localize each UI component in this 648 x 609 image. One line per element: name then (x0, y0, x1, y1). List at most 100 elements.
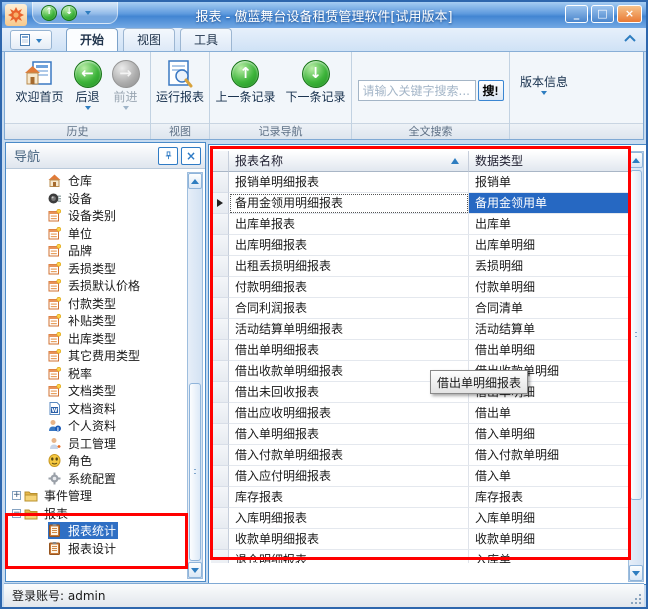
cell-report-name[interactable]: 借入付款单明细报表 (229, 445, 469, 466)
back-dropdown-icon[interactable] (85, 106, 91, 110)
row-selector[interactable] (211, 256, 229, 277)
cell-data-type[interactable]: 借入单 (469, 466, 630, 487)
row-selector[interactable] (211, 445, 229, 466)
tree-item[interactable]: W文档资料 (8, 400, 186, 418)
tree-item[interactable]: 系统配置 (8, 470, 186, 488)
tree-item[interactable]: 报表统计 (8, 522, 186, 540)
cell-data-type[interactable]: 借出单 (469, 403, 630, 424)
back-button[interactable]: ← 后退 (70, 55, 106, 112)
tab-start[interactable]: 开始 (66, 28, 118, 51)
tree-expander-icon[interactable]: + (12, 491, 21, 500)
close-button[interactable]: × (617, 5, 642, 23)
forward-button[interactable]: → 前进 (108, 55, 144, 112)
row-selector[interactable] (211, 298, 229, 319)
tree-item[interactable]: 付款类型 (8, 295, 186, 313)
table-row[interactable]: 报销单明细报表报销单 (211, 172, 630, 193)
sidebar-scrollbar[interactable] (187, 172, 203, 579)
row-selector[interactable] (211, 424, 229, 445)
search-input[interactable] (358, 80, 476, 101)
row-selector[interactable] (211, 193, 229, 214)
row-selector[interactable] (211, 403, 229, 424)
cell-report-name[interactable]: 借出单明细报表 (229, 340, 469, 361)
tree-item[interactable]: 仓库 (8, 172, 186, 190)
tree-expander-icon[interactable]: − (12, 509, 21, 518)
row-selector[interactable] (211, 340, 229, 361)
tree-item[interactable]: +事件管理 (8, 487, 186, 505)
table-row[interactable]: 出库明细报表出库单明细 (211, 235, 630, 256)
grid-scroll-thumb[interactable] (630, 170, 642, 500)
sidebar-scroll-down-icon[interactable] (188, 562, 202, 578)
row-selector[interactable] (211, 466, 229, 487)
tree-item[interactable]: 单位 (8, 225, 186, 243)
cell-report-name[interactable]: 收款单明细报表 (229, 529, 469, 550)
tree-item[interactable]: 补贴类型 (8, 312, 186, 330)
cell-report-name[interactable]: 合同利润报表 (229, 298, 469, 319)
cell-report-name[interactable]: 入库明细报表 (229, 508, 469, 529)
row-selector[interactable] (211, 508, 229, 529)
table-row[interactable]: 退仓明细报表入库单 (211, 550, 630, 563)
tree-item[interactable]: 角色 (8, 452, 186, 470)
tree-item[interactable]: 设备 (8, 190, 186, 208)
cell-data-type[interactable]: 借入付款单明细 (469, 445, 630, 466)
tree-item[interactable]: 员工管理 (8, 435, 186, 453)
tree-item[interactable]: −报表 (8, 505, 186, 523)
row-selector[interactable] (211, 382, 229, 403)
cell-data-type[interactable]: 付款单明细 (469, 277, 630, 298)
cell-data-type[interactable]: 库存报表 (469, 487, 630, 508)
tree-item[interactable]: 文档类型 (8, 382, 186, 400)
sidebar-scroll-up-icon[interactable] (188, 173, 202, 189)
next-record-button[interactable]: ↓ 下一条记录 (282, 55, 350, 107)
cell-report-name[interactable]: 出库单报表 (229, 214, 469, 235)
cell-data-type[interactable]: 借入单明细 (469, 424, 630, 445)
row-selector[interactable] (211, 529, 229, 550)
cell-data-type[interactable]: 出库单 (469, 214, 630, 235)
ribbon-collapse-icon[interactable] (624, 34, 636, 42)
table-row[interactable]: 借出未回收报表借出单明细 (211, 382, 630, 403)
tab-view[interactable]: 视图 (123, 28, 175, 51)
table-row[interactable]: 库存报表库存报表 (211, 487, 630, 508)
table-row[interactable]: 收款单明细报表收款单明细 (211, 529, 630, 550)
tree-item[interactable]: 税率 (8, 365, 186, 383)
cell-data-type[interactable]: 出库单明细 (469, 235, 630, 256)
cell-data-type[interactable]: 活动结算单 (469, 319, 630, 340)
row-selector[interactable] (211, 487, 229, 508)
welcome-home-button[interactable]: 欢迎首页 (11, 55, 67, 107)
cell-data-type[interactable]: 借出单明细 (469, 340, 630, 361)
prev-record-button[interactable]: ↑ 上一条记录 (211, 55, 279, 107)
minimize-button[interactable]: _ (565, 5, 588, 23)
row-selector[interactable] (211, 235, 229, 256)
cell-report-name[interactable]: 报销单明细报表 (229, 172, 469, 193)
cell-report-name[interactable]: 活动结算单明细报表 (229, 319, 469, 340)
cell-report-name[interactable]: 借入单明细报表 (229, 424, 469, 445)
cell-report-name[interactable]: 库存报表 (229, 487, 469, 508)
resize-grip[interactable] (631, 594, 641, 604)
run-report-button[interactable]: 运行报表 (152, 55, 208, 107)
cell-data-type[interactable]: 入库单 (469, 550, 630, 563)
search-button[interactable]: 搜! (478, 80, 504, 101)
column-header-data-type[interactable]: 数据类型 (469, 151, 630, 172)
column-header-report-name[interactable]: 报表名称 (229, 151, 469, 172)
table-row[interactable]: 入库明细报表入库单明细 (211, 508, 630, 529)
grid-scrollbar[interactable] (628, 151, 644, 582)
grid-scroll-up-icon[interactable] (629, 152, 643, 168)
maximize-button[interactable]: □ (591, 5, 614, 23)
cell-report-name[interactable]: 借入应付明细报表 (229, 466, 469, 487)
table-row[interactable]: 出租丢损明细报表丢损明细 (211, 256, 630, 277)
tree-item[interactable]: 出库类型 (8, 330, 186, 348)
pin-icon[interactable] (158, 147, 178, 165)
table-row[interactable]: 借入应付明细报表借入单 (211, 466, 630, 487)
tree-item[interactable]: 设备类别 (8, 207, 186, 225)
row-selector[interactable] (211, 214, 229, 235)
table-row[interactable]: 借出收款单明细报表借出收款单明细 (211, 361, 630, 382)
cell-report-name[interactable]: 备用金领用明细报表 (229, 193, 469, 214)
table-row[interactable]: 借出应收明细报表借出单 (211, 403, 630, 424)
grid-scroll-down-icon[interactable] (629, 565, 643, 581)
cell-report-name[interactable]: 出库明细报表 (229, 235, 469, 256)
app-menu-button[interactable] (10, 30, 52, 50)
close-panel-icon[interactable]: × (181, 147, 201, 165)
row-selector[interactable] (211, 361, 229, 382)
cell-data-type[interactable]: 合同清单 (469, 298, 630, 319)
cell-data-type[interactable]: 丢损明细 (469, 256, 630, 277)
table-row[interactable]: 合同利润报表合同清单 (211, 298, 630, 319)
table-row[interactable]: 活动结算单明细报表活动结算单 (211, 319, 630, 340)
